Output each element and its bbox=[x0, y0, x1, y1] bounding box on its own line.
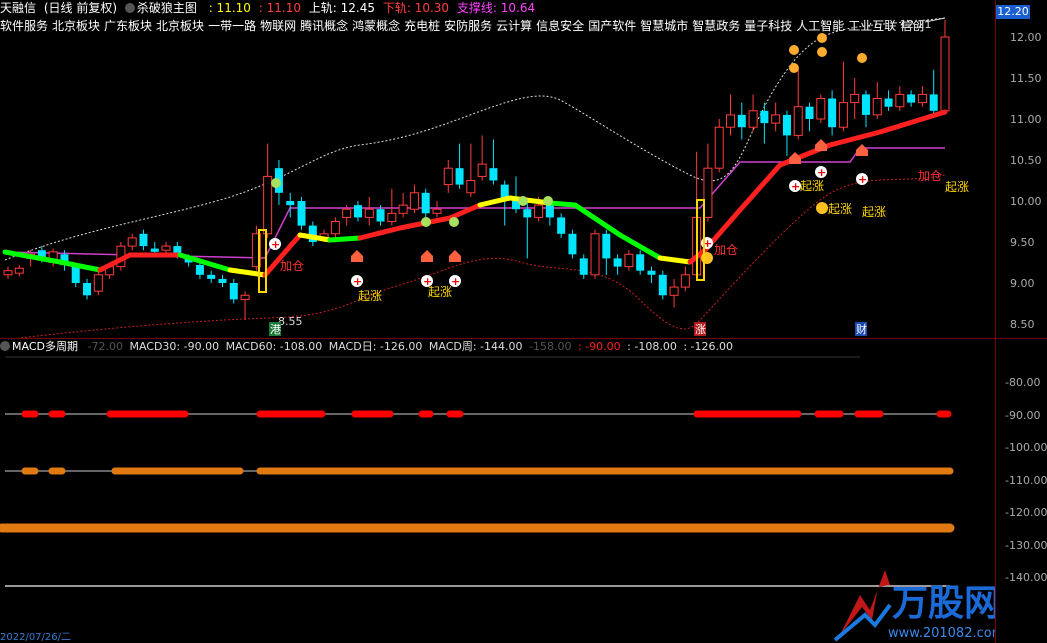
price-tick: 8.50 bbox=[1010, 318, 1035, 331]
price-tick: 12.00 bbox=[1010, 31, 1042, 44]
watermark-brand: 万股网 bbox=[892, 583, 995, 624]
macd-tick: -120.00 bbox=[1005, 506, 1047, 519]
current-price-tag: 12.20 bbox=[996, 5, 1030, 19]
axis-divider bbox=[995, 0, 996, 643]
watermark-url: www.201082.com bbox=[888, 626, 995, 641]
macd-tick: -110.00 bbox=[1005, 474, 1047, 487]
price-tick: 11.00 bbox=[1010, 113, 1042, 126]
macd-tick: -90.00 bbox=[1005, 409, 1041, 422]
price-tick: 11.50 bbox=[1010, 72, 1042, 85]
macd-tick: -140.00 bbox=[1005, 571, 1047, 584]
date-label: 2022/07/26/二 bbox=[0, 632, 72, 643]
macd-chart[interactable] bbox=[0, 0, 995, 643]
macd-tick: -100.00 bbox=[1005, 441, 1047, 454]
price-tick: 10.50 bbox=[1010, 154, 1042, 167]
macd-tick: -130.00 bbox=[1005, 539, 1047, 552]
price-tick: 10.00 bbox=[1010, 195, 1042, 208]
price-tick: 9.50 bbox=[1010, 236, 1035, 249]
macd-tick: -80.00 bbox=[1005, 376, 1041, 389]
watermark-logo: 万股网 www.201082.com bbox=[833, 570, 995, 642]
price-tick: 9.00 bbox=[1010, 277, 1035, 290]
